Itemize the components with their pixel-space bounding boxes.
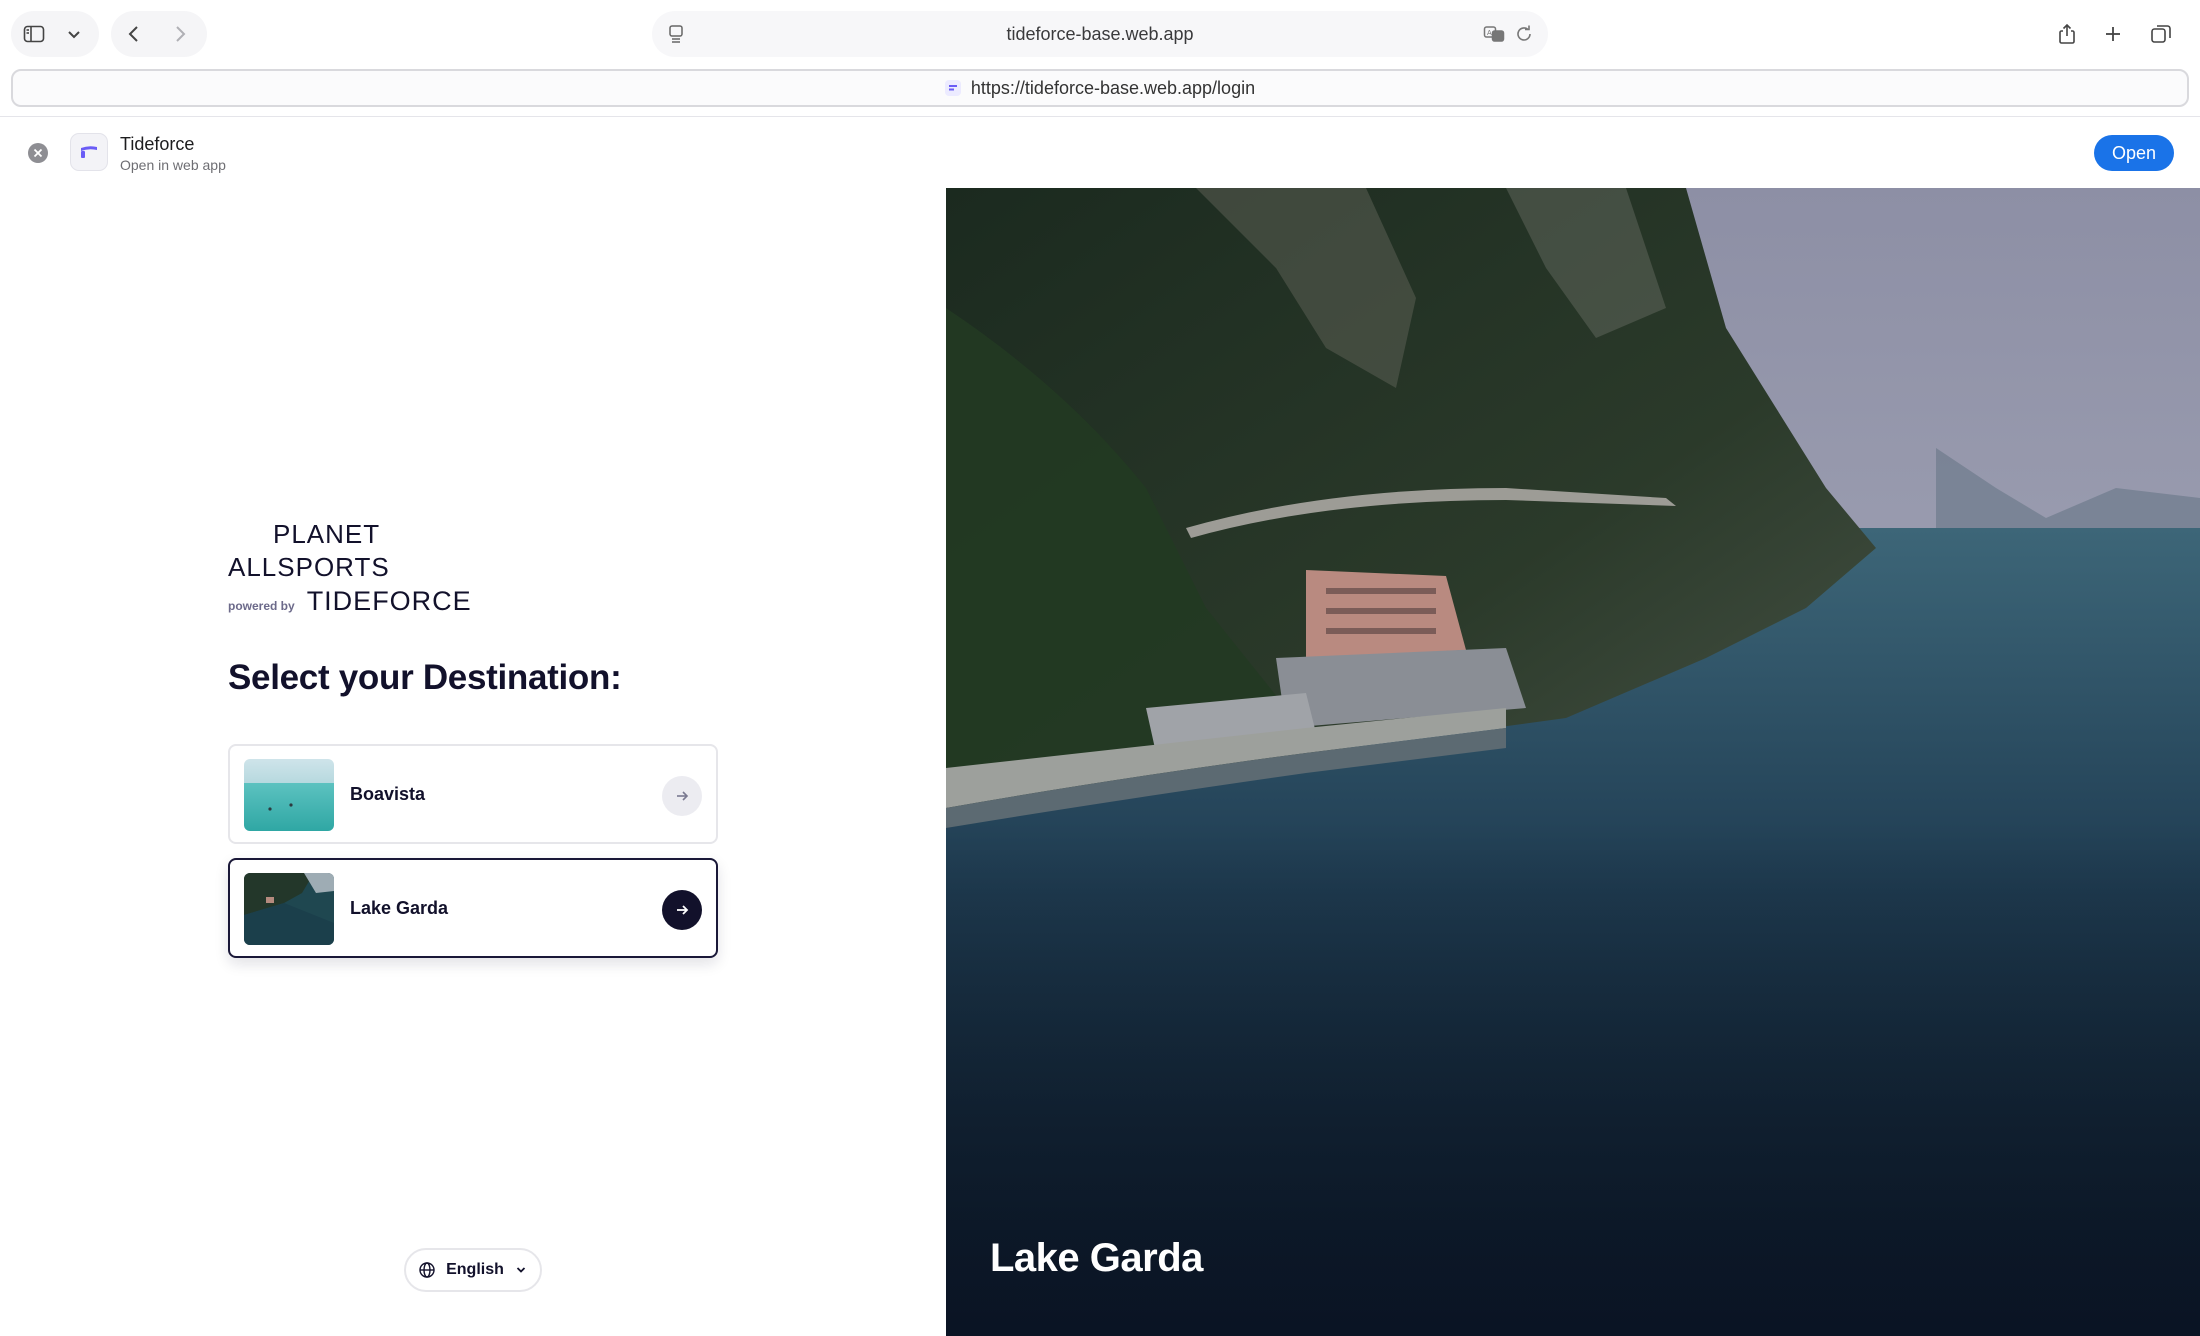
back-button[interactable] [111, 11, 157, 57]
lake-garda-hero-image [946, 188, 2200, 1336]
planet-allsports-logo: PLANET ALLSPORTS powered by TIDEFORCE [228, 518, 488, 617]
translate-icon[interactable]: A [1482, 22, 1506, 46]
boavista-thumbnail [244, 759, 334, 831]
tab-overview-button[interactable] [2138, 11, 2184, 57]
tideforce-favicon-icon [944, 80, 961, 96]
page-menu-icon[interactable] [664, 22, 688, 46]
destination-panel: PLANET ALLSPORTS powered by TIDEFORCE Se… [0, 188, 946, 1336]
destination-card-boavista[interactable]: Boavista [228, 744, 718, 844]
tabs-icon [2151, 25, 2171, 43]
powered-by-text: powered by [228, 599, 295, 613]
tideforce-wordmark: TIDEFORCE [306, 586, 472, 616]
tab-group-dropdown-button[interactable] [57, 11, 91, 57]
url-bar[interactable]: https://tideforce-base.web.app/login [11, 69, 2189, 107]
forward-button[interactable] [157, 11, 203, 57]
destination-arrow-button[interactable] [662, 890, 702, 930]
address-title: tideforce-base.web.app [1006, 23, 1194, 44]
hero-title: Lake Garda [990, 1236, 1203, 1280]
sidebar-toggle-button[interactable] [11, 11, 57, 57]
chevron-right-icon [176, 26, 186, 42]
language-label: English [446, 1261, 504, 1278]
svg-text:A: A [1487, 30, 1492, 37]
hero-image-panel: Lake Garda [946, 188, 2200, 1336]
arrow-right-icon [677, 905, 689, 915]
browser-toolbar: tideforce-base.web.app A [0, 0, 2200, 68]
address-field[interactable]: tideforce-base.web.app A [652, 11, 1548, 57]
arrow-right-icon [677, 791, 689, 801]
banner-close-button[interactable] [28, 143, 48, 163]
open-in-app-button[interactable]: Open [2094, 135, 2174, 171]
nav-group [111, 11, 207, 57]
share-button[interactable] [2044, 11, 2090, 57]
share-icon [2059, 23, 2075, 44]
destination-label: Lake Garda [350, 898, 449, 918]
chevron-down-icon [68, 31, 80, 39]
destination-label: Boavista [350, 784, 426, 804]
banner-subtitle: Open in web app [120, 157, 226, 173]
sidebar-toggle-group [11, 11, 99, 57]
banner-app-name: Tideforce [120, 134, 195, 154]
destination-arrow-button[interactable] [662, 776, 702, 816]
destination-card-lake-garda[interactable]: Lake Garda [228, 858, 718, 958]
tideforce-app-icon [70, 133, 108, 171]
page-title: Select your Destination: [228, 658, 622, 697]
web-app-banner: Tideforce Open in web app Open [0, 117, 2200, 188]
chevron-down-icon [516, 1267, 526, 1273]
plus-icon [2106, 27, 2120, 41]
new-tab-button[interactable] [2090, 11, 2136, 57]
url-text: https://tideforce-base.web.app/login [970, 77, 1256, 98]
close-icon [33, 148, 43, 158]
lake-garda-thumbnail [244, 873, 334, 945]
language-selector[interactable]: English [404, 1248, 542, 1292]
logo-line-2: ALLSPORTS [228, 552, 390, 582]
reload-icon[interactable] [1512, 22, 1536, 46]
powered-by-row: powered by TIDEFORCE [228, 586, 488, 617]
sidebar-icon [23, 25, 45, 43]
globe-icon [419, 1262, 435, 1278]
logo-line-1: PLANET [273, 519, 381, 549]
chevron-left-icon [128, 26, 138, 42]
